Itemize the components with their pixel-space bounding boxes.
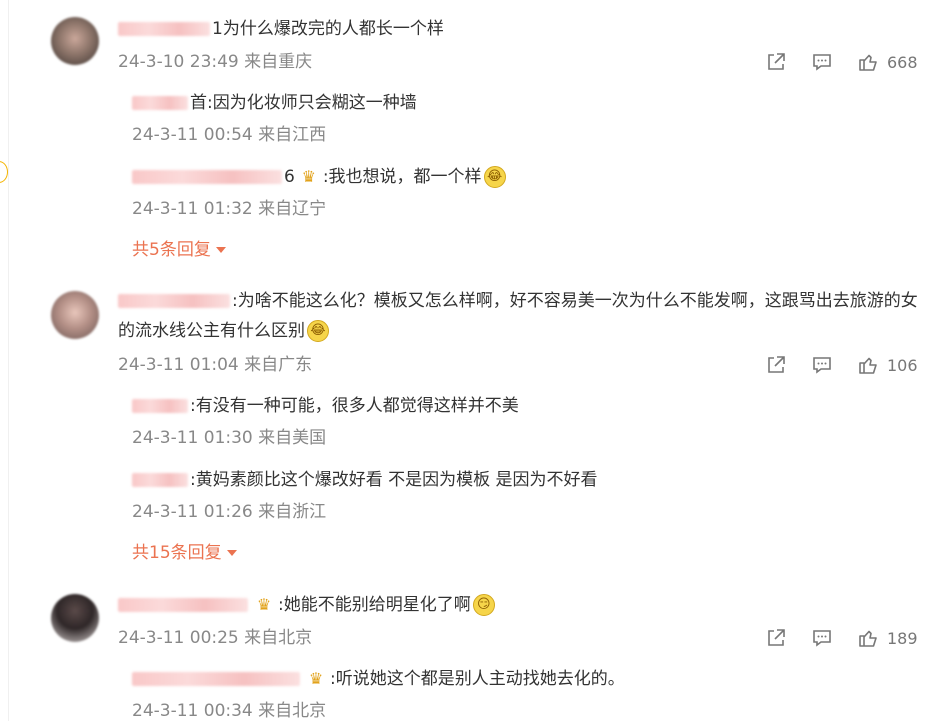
reply-location: 来自浙江 bbox=[258, 502, 327, 522]
comment-time: 24-3-11 00:25 bbox=[118, 628, 239, 648]
reply-username[interactable]: 首 bbox=[190, 93, 207, 113]
username-blurred[interactable] bbox=[132, 170, 282, 184]
share-icon[interactable] bbox=[765, 51, 787, 73]
share-icon[interactable] bbox=[765, 627, 787, 649]
comment-text-line: :为啥不能这么化？模板又怎么样啊，好不容易美一次为什么不能发啊，这跟骂出去旅游的… bbox=[118, 286, 918, 346]
crown-badge-icon: ♛ bbox=[256, 595, 272, 614]
username-blurred[interactable] bbox=[118, 598, 248, 612]
comment-time: 24-3-11 01:04 bbox=[118, 355, 239, 375]
reply-text: :听说她这个都是别人主动找她去化的。 bbox=[330, 669, 625, 689]
comment-location: 来自广东 bbox=[244, 355, 313, 375]
comment-actions: 106 bbox=[765, 354, 918, 376]
reply-text-line: 6 ♛ :我也想说，都一个样 😂 bbox=[132, 165, 506, 189]
caret-down-icon bbox=[226, 550, 237, 556]
like-count: 668 bbox=[887, 52, 918, 72]
laugh-cry-emoji-icon: 😂 bbox=[483, 166, 506, 188]
comment-actions: 668 bbox=[765, 51, 918, 73]
view-more-replies-link[interactable]: 共15条回复 bbox=[132, 542, 237, 564]
like-count: 189 bbox=[887, 628, 918, 648]
comment-meta: 24-3-10 23:49 来自重庆 bbox=[118, 51, 312, 73]
reply-location: 来自北京 bbox=[258, 701, 327, 721]
username-blurred[interactable] bbox=[132, 473, 188, 487]
comment-icon[interactable] bbox=[811, 354, 833, 376]
reply-text: :我也想说，都一个样 bbox=[322, 167, 482, 187]
comment-meta: 24-3-11 01:04 来自广东 bbox=[118, 354, 312, 376]
comment-icon[interactable] bbox=[811, 627, 833, 649]
reply-time: 24-3-11 01:26 bbox=[132, 502, 253, 522]
username-blurred[interactable] bbox=[132, 672, 300, 686]
reply-meta: 24-3-11 01:32 来自辽宁 bbox=[132, 198, 326, 220]
like-icon[interactable] bbox=[857, 51, 879, 73]
crown-badge-icon: ♛ bbox=[301, 167, 316, 186]
like-icon[interactable] bbox=[857, 627, 879, 649]
reply-time: 24-3-11 00:34 bbox=[132, 701, 253, 721]
comment-text-line: 1为什么爆改完的人都长一个样 bbox=[118, 17, 444, 41]
avatar[interactable] bbox=[51, 291, 99, 339]
side-scroll-indicator bbox=[0, 161, 8, 183]
laugh-cry-emoji-icon: 😂 bbox=[307, 320, 329, 342]
reply-text: :因为化妆师只会糊这一种墙 bbox=[207, 93, 417, 113]
left-divider bbox=[8, 0, 9, 721]
reply-location: 来自江西 bbox=[258, 125, 327, 145]
like-count: 106 bbox=[887, 355, 918, 375]
reply-meta: 24-3-11 00:34 来自北京 bbox=[132, 700, 326, 722]
username-blurred[interactable] bbox=[118, 22, 210, 36]
comment-text: :她能不能别给明星化了啊 bbox=[278, 595, 471, 615]
more-replies-label: 共5条回复 bbox=[132, 240, 211, 260]
reply-meta: 24-3-11 01:26 来自浙江 bbox=[132, 501, 326, 523]
caret-down-icon bbox=[215, 247, 226, 253]
username-blurred[interactable] bbox=[132, 96, 188, 110]
comment-location: 来自北京 bbox=[244, 628, 313, 648]
comment-time: 24-3-10 23:49 bbox=[118, 52, 239, 72]
reply-meta: 24-3-11 00:54 来自江西 bbox=[132, 124, 326, 146]
comment-actions: 189 bbox=[765, 627, 918, 649]
comment-location: 来自重庆 bbox=[244, 52, 313, 72]
avatar[interactable] bbox=[51, 594, 99, 642]
reply-text: :有没有一种可能，很多人都觉得这样并不美 bbox=[190, 396, 519, 416]
comment-text: 为什么爆改完的人都长一个样 bbox=[222, 19, 444, 39]
reply-text-line: :黄妈素颜比这个爆改好看 不是因为模板 是因为不好看 bbox=[132, 468, 598, 492]
view-more-replies-link[interactable]: 共5条回复 bbox=[132, 239, 226, 261]
more-replies-label: 共15条回复 bbox=[132, 543, 222, 563]
reply-location: 来自辽宁 bbox=[258, 199, 327, 219]
comment-meta: 24-3-11 00:25 来自北京 bbox=[118, 627, 312, 649]
comment-icon[interactable] bbox=[811, 51, 833, 73]
like-icon[interactable] bbox=[857, 354, 879, 376]
username-blurred[interactable] bbox=[118, 294, 230, 308]
reply-text-line: 首:因为化妆师只会糊这一种墙 bbox=[132, 91, 417, 115]
reply-text-line: ♛ :听说她这个都是别人主动找她去化的。 bbox=[132, 667, 625, 691]
share-icon[interactable] bbox=[765, 354, 787, 376]
reply-text: :黄妈素颜比这个爆改好看 不是因为模板 是因为不好看 bbox=[190, 470, 598, 490]
reply-meta: 24-3-11 01:30 来自美国 bbox=[132, 427, 326, 449]
smirk-emoji-icon: 😏 bbox=[472, 594, 495, 616]
comment-text: :为啥不能这么化？模板又怎么样啊，好不容易美一次为什么不能发啊，这跟骂出去旅游的… bbox=[118, 291, 918, 341]
avatar[interactable] bbox=[51, 17, 99, 65]
reply-location: 来自美国 bbox=[258, 428, 327, 448]
username-blurred[interactable] bbox=[132, 399, 188, 413]
reply-username[interactable]: 6 bbox=[284, 167, 295, 187]
comment-text-line: ♛ :她能不能别给明星化了啊 😏 bbox=[118, 593, 495, 617]
reply-time: 24-3-11 01:30 bbox=[132, 428, 253, 448]
username[interactable]: 1 bbox=[212, 19, 223, 39]
reply-time: 24-3-11 00:54 bbox=[132, 125, 253, 145]
reply-text-line: :有没有一种可能，很多人都觉得这样并不美 bbox=[132, 394, 519, 418]
crown-badge-icon: ♛ bbox=[308, 669, 324, 688]
reply-time: 24-3-11 01:32 bbox=[132, 199, 253, 219]
